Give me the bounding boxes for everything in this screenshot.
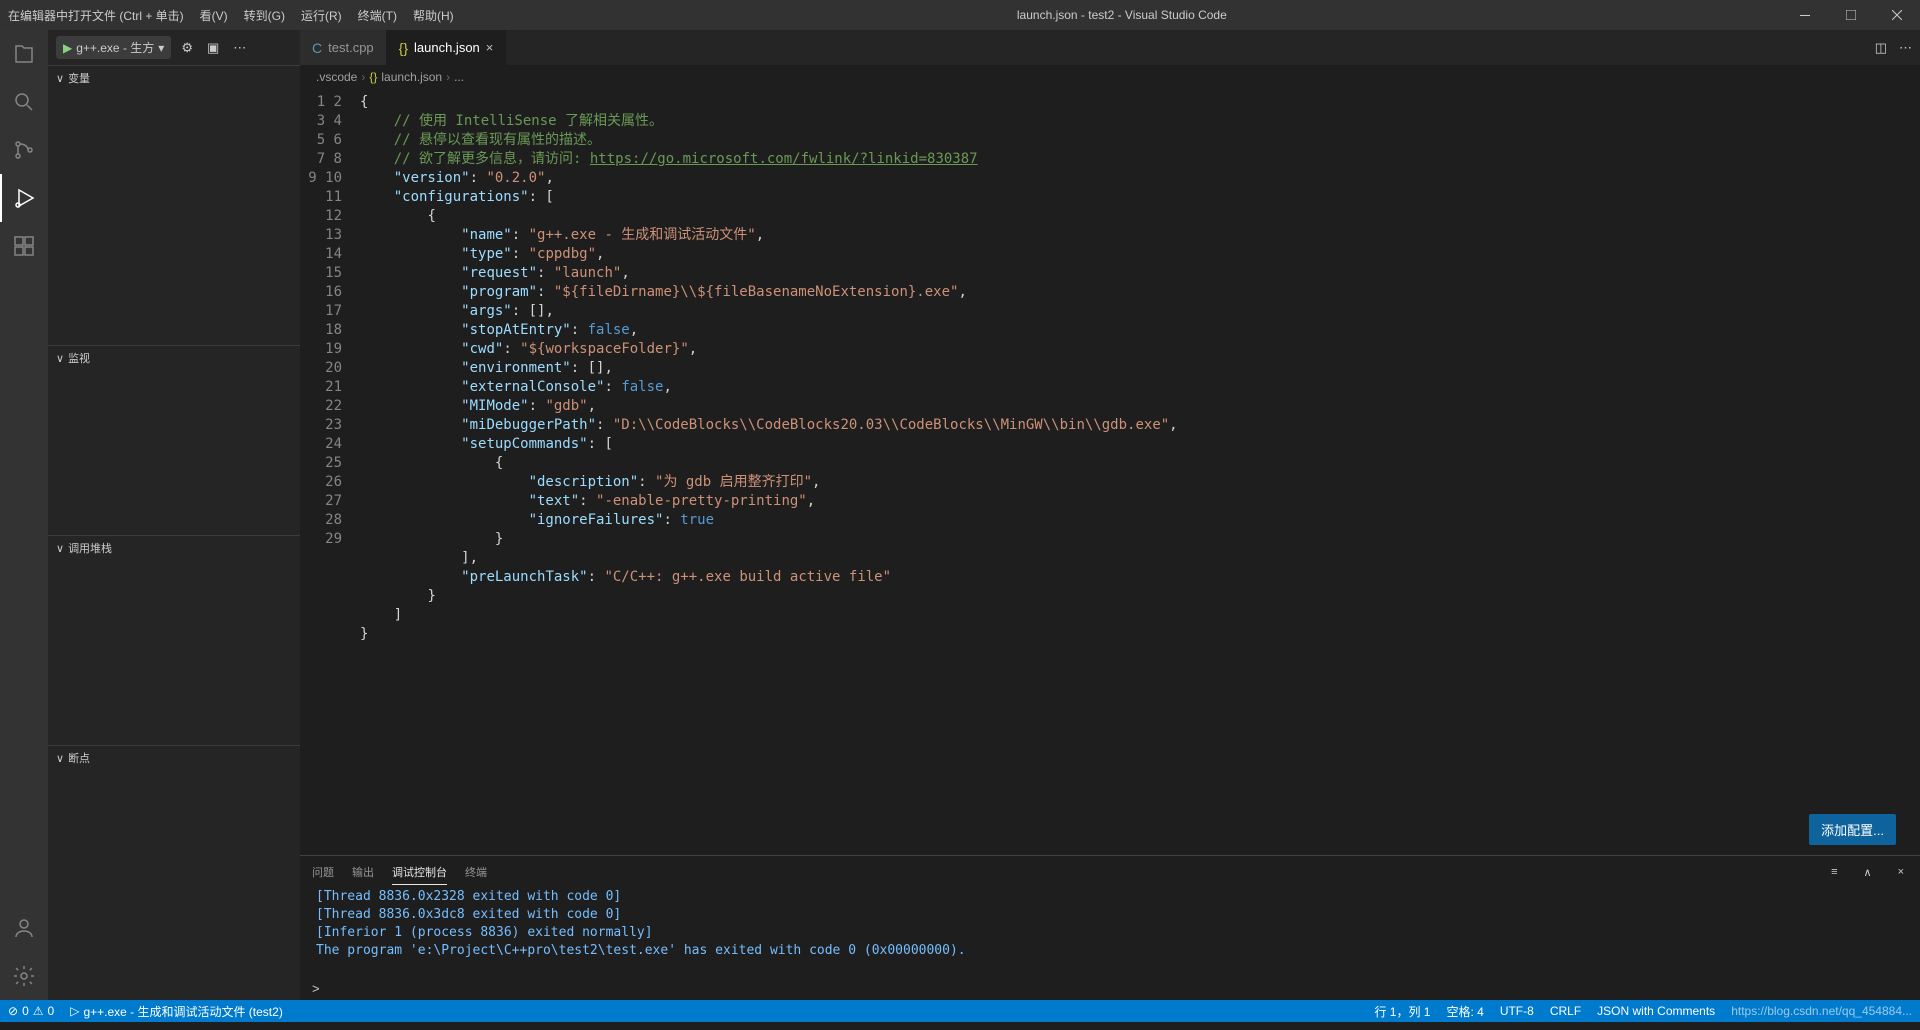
callstack-header[interactable]: ∨调用堆栈 [48,536,300,560]
panel-filter-icon[interactable]: ≡ [1827,866,1841,878]
debug-sidebar: ▶ g++.exe - 生方 ▾ ⚙ ▣ ⋯ ∨变量 ∨监视 ∨调用堆栈 ∨断点 [48,30,300,1000]
panel-tab-terminal[interactable]: 终端 [465,860,487,884]
menu-run[interactable]: 运行(R) [293,7,350,24]
debug-console-input[interactable]: > [300,976,1920,1000]
maximize-button[interactable] [1828,0,1874,30]
breadcrumbs[interactable]: .vscode› {}launch.json› ... [300,65,1920,89]
panel-tab-debug-console[interactable]: 调试控制台 [392,860,447,885]
close-tab-icon[interactable]: × [486,40,494,55]
debug-config-name: g++.exe - 生方 [76,39,154,56]
menu-terminal[interactable]: 终端(T) [350,7,405,24]
minimize-button[interactable] [1782,0,1828,30]
panel-maximize-icon[interactable]: ∧ [1860,866,1876,879]
breakpoints-header[interactable]: ∨断点 [48,746,300,770]
panel-close-icon[interactable]: × [1894,866,1908,878]
run-debug-icon[interactable] [0,174,48,222]
panel-tab-problems[interactable]: 问题 [312,860,334,884]
explorer-icon[interactable] [0,30,48,78]
chevron-down-icon: ▾ [158,41,164,55]
search-icon[interactable] [0,78,48,126]
editor-tabs: C test.cpp {} launch.json × ◫ ⋯ [300,30,1920,65]
extensions-icon[interactable] [0,222,48,270]
status-errors[interactable]: ⊘0⚠0 [0,1004,62,1018]
status-cursor-pos[interactable]: 行 1，列 1 [1366,1003,1438,1020]
debug-console-icon[interactable]: ▣ [203,40,223,56]
tab-more-icon[interactable]: ⋯ [1899,40,1912,56]
tab-launch-json[interactable]: {} launch.json × [387,30,507,65]
window-title: launch.json - test2 - Visual Studio Code [462,8,1782,22]
play-icon: ▶ [63,41,72,55]
more-icon[interactable]: ⋯ [229,40,250,56]
panel-tab-output[interactable]: 输出 [352,860,374,884]
watch-header[interactable]: ∨监视 [48,346,300,370]
status-encoding[interactable]: UTF-8 [1492,1004,1542,1018]
menu-bar: 看(V) 转到(G) 运行(R) 终端(T) 帮助(H) [192,7,462,24]
code-editor[interactable]: { // 使用 IntelliSense 了解相关属性。 // 悬停以查看现有属… [360,89,1830,855]
menu-goto[interactable]: 转到(G) [236,7,293,24]
status-language[interactable]: JSON with Comments [1589,1004,1723,1018]
json-file-icon: {} [399,40,408,56]
minimap[interactable] [1830,89,1920,855]
open-in-editor-tip: 在编辑器中打开文件 (Ctrl + 单击) [0,7,192,24]
debug-console-output[interactable]: [Thread 8836.0x2328 exited with code 0] … [300,888,1920,976]
close-window-button[interactable] [1874,0,1920,30]
add-configuration-button[interactable]: 添加配置... [1809,814,1896,845]
split-editor-icon[interactable]: ◫ [1875,40,1887,56]
breakpoints-section: ∨断点 [48,745,300,770]
menu-help[interactable]: 帮助(H) [405,7,462,24]
status-eol[interactable]: CRLF [1542,1004,1589,1018]
menu-view[interactable]: 看(V) [192,7,236,24]
status-indent[interactable]: 空格: 4 [1438,1003,1491,1020]
line-gutter: 1 2 3 4 5 6 7 8 9 10 11 12 13 14 15 16 1… [300,89,360,855]
activity-bar [0,30,48,1000]
status-bar: ⊘0⚠0 ▷g++.exe - 生成和调试活动文件 (test2) 行 1，列 … [0,1000,1920,1022]
accounts-icon[interactable] [0,904,48,952]
gear-icon[interactable]: ⚙ [177,40,197,56]
bottom-panel: 问题 输出 调试控制台 终端 ≡ ∧ × [Thread 8836.0x2328… [300,855,1920,1000]
watch-section: ∨监视 [48,345,300,535]
callstack-section: ∨调用堆栈 [48,535,300,745]
start-debug-button[interactable]: ▶ g++.exe - 生方 ▾ [56,36,171,59]
tab-test-cpp[interactable]: C test.cpp [300,30,387,65]
watermark-url: https://blog.csdn.net/qq_454884... [1723,1004,1920,1018]
settings-gear-icon[interactable] [0,952,48,1000]
variables-section: ∨变量 [48,65,300,345]
debug-icon: ▷ [70,1004,79,1018]
source-control-icon[interactable] [0,126,48,174]
cpp-file-icon: C [312,40,322,56]
variables-header[interactable]: ∨变量 [48,66,300,90]
status-debug-task[interactable]: ▷g++.exe - 生成和调试活动文件 (test2) [62,1003,291,1020]
